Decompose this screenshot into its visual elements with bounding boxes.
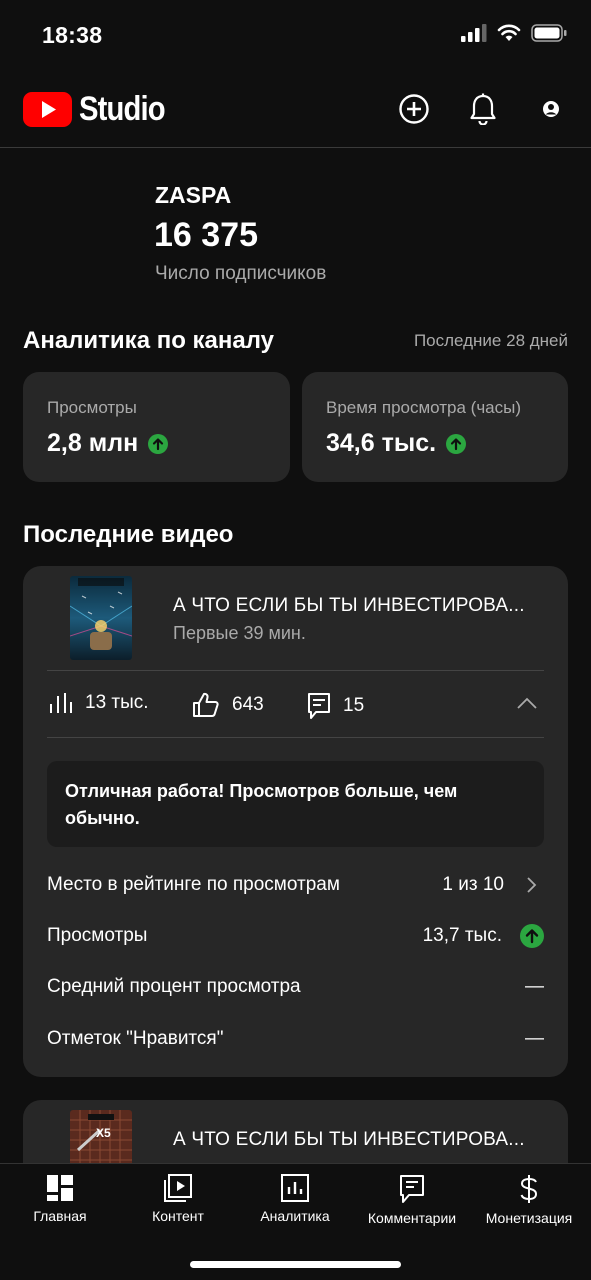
divider xyxy=(47,670,544,671)
status-bar: 18:38 xyxy=(0,0,591,70)
views-stat-card[interactable]: Просмотры 2,8 млн xyxy=(23,372,290,482)
thumbnail-text: Х5 xyxy=(96,1126,111,1140)
video-title[interactable]: А ЧТО ЕСЛИ БЫ ТЫ ИНВЕСТИРОВА... xyxy=(173,595,525,617)
subscriber-label: Число подписчиков xyxy=(155,263,327,284)
nav-comments[interactable]: Комментарии xyxy=(353,1174,471,1226)
chevron-up-icon xyxy=(517,697,537,709)
comments-icon xyxy=(400,1175,424,1203)
video-thumbnail[interactable] xyxy=(70,576,132,660)
home-indicator xyxy=(190,1261,401,1268)
performance-note: Отличная работа! Просмотров больше, чем … xyxy=(47,761,544,847)
battery-icon xyxy=(531,24,567,42)
nav-label: Контент xyxy=(152,1208,204,1224)
trend-up-icon xyxy=(520,924,544,948)
thumbs-up-icon xyxy=(193,692,219,717)
recent-videos-title: Последние видео xyxy=(23,521,234,548)
row-label: Место в рейтинге по просмотрам xyxy=(47,874,340,895)
account-icon xyxy=(543,101,559,117)
dollar-icon xyxy=(520,1175,538,1203)
cellular-signal-icon xyxy=(461,24,487,42)
row-label: Отметок "Нравится" xyxy=(47,1028,224,1049)
stat-value-text: 2,8 млн xyxy=(47,429,139,457)
nav-label: Главная xyxy=(33,1208,87,1224)
channel-name: ZASPA xyxy=(155,182,232,208)
thumbnail-image xyxy=(70,1110,132,1170)
nav-dashboard[interactable]: Главная xyxy=(1,1174,119,1224)
comments-count: 15 xyxy=(343,695,365,716)
likes-count: 643 xyxy=(232,694,264,715)
notifications-button[interactable] xyxy=(466,92,500,126)
likes-row: Отметок "Нравится" — xyxy=(47,1024,544,1054)
stat-label: Время просмотра (часы) xyxy=(326,398,522,417)
app-header: Studio xyxy=(0,70,591,148)
watch-time-stat-card[interactable]: Время просмотра (часы) 34,6 тыс. xyxy=(302,372,568,482)
video-title[interactable]: А ЧТО ЕСЛИ БЫ ТЫ ИНВЕСТИРОВА... xyxy=(173,1129,525,1151)
bar-chart-icon xyxy=(50,693,72,713)
analytics-icon xyxy=(281,1174,309,1202)
nav-analytics[interactable]: Аналитика xyxy=(236,1174,354,1224)
status-icons xyxy=(461,24,567,42)
subscriber-count: 16 375 xyxy=(154,216,258,254)
row-value: — xyxy=(525,1028,544,1049)
views-count: 13 тыс. xyxy=(85,692,149,713)
video-likes: 643 xyxy=(192,692,264,718)
row-value: 1 из 10 xyxy=(442,874,504,895)
account-button[interactable] xyxy=(534,92,568,126)
avg-percent-row: Средний процент просмотра — xyxy=(47,972,544,1002)
logo-text: Studio xyxy=(79,90,166,128)
analytics-title: Аналитика по каналу xyxy=(23,327,275,354)
row-value: 13,7 тыс. xyxy=(422,925,502,946)
video-comments: 15 xyxy=(307,692,364,720)
ranking-row[interactable]: Место в рейтинге по просмотрам 1 из 10 xyxy=(47,870,544,900)
analytics-period: Последние 28 дней xyxy=(413,331,568,350)
status-time: 18:38 xyxy=(42,22,103,48)
nav-label: Аналитика xyxy=(260,1208,330,1224)
dashboard-icon xyxy=(47,1175,73,1201)
content-icon xyxy=(164,1174,192,1202)
youtube-logo-icon xyxy=(23,92,72,127)
video-views: 13 тыс. xyxy=(49,692,149,714)
video-subtitle: Первые 39 мин. xyxy=(173,623,306,643)
collapse-button[interactable] xyxy=(517,696,537,714)
row-value: — xyxy=(525,976,544,997)
trend-up-icon xyxy=(446,433,467,454)
nav-label: Монетизация xyxy=(485,1210,573,1226)
row-label: Средний процент просмотра xyxy=(47,976,301,997)
nav-content[interactable]: Контент xyxy=(119,1174,237,1224)
nav-label: Комментарии xyxy=(367,1210,457,1226)
add-circle-icon xyxy=(399,94,429,124)
wifi-icon xyxy=(497,24,521,41)
video-thumbnail[interactable]: Х5 xyxy=(70,1110,132,1170)
stat-value: 34,6 тыс. xyxy=(326,429,467,458)
row-label: Просмотры xyxy=(47,925,148,946)
views-row: Просмотры 13,7 тыс. xyxy=(47,921,544,951)
comment-icon xyxy=(308,693,330,719)
video-card: А ЧТО ЕСЛИ БЫ ТЫ ИНВЕСТИРОВА... Первые 3… xyxy=(23,566,568,1077)
youtube-studio-logo[interactable]: Studio xyxy=(23,90,179,129)
bell-icon xyxy=(470,93,496,125)
divider xyxy=(47,737,544,738)
stat-value: 2,8 млн xyxy=(47,429,169,458)
stat-value-text: 34,6 тыс. xyxy=(326,429,437,457)
nav-monetization[interactable]: Монетизация xyxy=(470,1174,588,1226)
thumbnail-image xyxy=(70,576,132,660)
stat-label: Просмотры xyxy=(47,398,137,417)
create-button[interactable] xyxy=(397,92,431,126)
trend-up-icon xyxy=(148,433,169,454)
chevron-right-icon xyxy=(527,877,537,893)
